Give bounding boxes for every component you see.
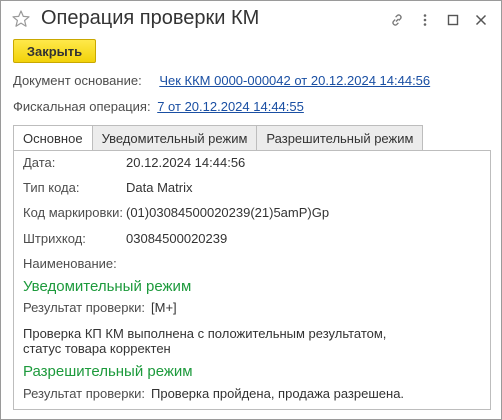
code-type-value: Data Matrix (126, 180, 193, 195)
tab-bar: Основное Уведомительный режим Разрешител… (13, 125, 424, 151)
permit-result-value: Проверка пройдена, продажа разрешена. (151, 386, 405, 401)
tab-panel-main: Дата: 20.12.2024 14:44:56 Тип кода: Data… (13, 150, 491, 410)
date-label: Дата: (23, 155, 56, 170)
marking-code-value: (01)03084500020239(21)5amP)Gp (126, 205, 330, 220)
notify-message-line-2: статус товара корректен (23, 341, 171, 356)
notify-message-line-1: Проверка КП КМ выполнена с положительным… (23, 326, 387, 341)
fiscal-operation-label: Фискальная операция: (13, 99, 151, 114)
barcode-label: Штрихкод: (23, 231, 86, 246)
close-icon[interactable] (467, 9, 495, 31)
permit-result-label: Результат проверки: (23, 386, 146, 401)
maximize-icon[interactable] (439, 9, 467, 31)
more-vertical-icon[interactable] (411, 9, 439, 31)
star-icon[interactable] (11, 9, 31, 29)
base-document-label: Документ основание: (13, 73, 142, 88)
date-value: 20.12.2024 14:44:56 (126, 155, 246, 170)
barcode-value: 03084500020239 (126, 231, 228, 246)
title-actions (383, 9, 495, 31)
link-icon[interactable] (383, 9, 411, 31)
window-title: Операция проверки КМ (41, 7, 260, 29)
tab-notify-mode[interactable]: Уведомительный режим (92, 125, 258, 151)
base-document-link[interactable]: Чек ККМ 0000-000042 от 20.12.2024 14:44:… (159, 73, 430, 88)
fiscal-operation-row: Фискальная операция: 7 от 20.12.2024 14:… (13, 99, 304, 114)
notify-result-value: [M+] (151, 300, 177, 315)
form-window: Операция проверки КМ Закрыть Документ ос… (0, 0, 502, 420)
fiscal-operation-link[interactable]: 7 от 20.12.2024 14:44:55 (157, 99, 304, 114)
code-type-label: Тип кода: (23, 180, 80, 195)
notify-result-label: Результат проверки: (23, 300, 146, 315)
name-label: Наименование: (23, 256, 117, 271)
tab-main[interactable]: Основное (13, 125, 93, 151)
tab-permit-mode[interactable]: Разрешительный режим (257, 125, 424, 151)
base-document-row: Документ основание: Чек ККМ 0000-000042 … (13, 73, 430, 88)
notify-section-title: Уведомительный режим (23, 278, 192, 295)
title-bar: Операция проверки КМ (1, 1, 501, 39)
marking-code-label: Код маркировки: (23, 205, 123, 220)
permit-section-title: Разрешительный режим (23, 363, 193, 380)
close-form-button[interactable]: Закрыть (13, 39, 96, 63)
